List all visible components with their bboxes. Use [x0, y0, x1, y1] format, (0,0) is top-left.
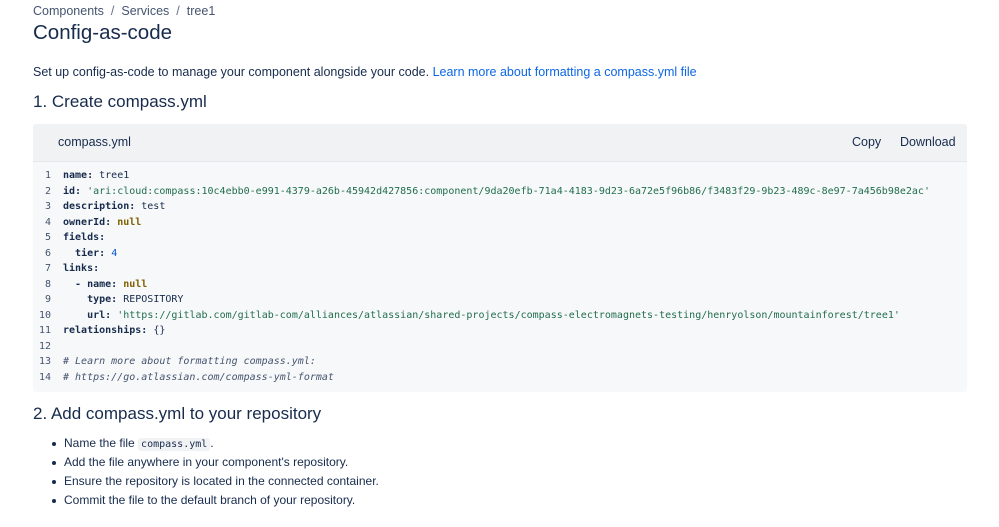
- breadcrumb-services[interactable]: Services: [121, 4, 169, 18]
- line-number: 1: [44, 170, 51, 181]
- instruction-item: Add the file anywhere in your component'…: [52, 453, 379, 472]
- code-line: 13 # Learn more about formatting compass.…: [33, 354, 967, 370]
- code-text: # https://go.atlassian.com/compass-yml-f…: [63, 370, 334, 386]
- code-token: id:: [63, 185, 82, 197]
- line-number: 4: [44, 216, 51, 228]
- code-header: compass.yml Copy Download: [33, 124, 967, 162]
- code-token: null: [117, 216, 142, 228]
- code-line: 11 relationships: {}: [33, 323, 967, 339]
- file-name: compass.yml: [58, 135, 131, 149]
- instruction-text: Commit the file to the default branch of…: [64, 493, 356, 507]
- code-token: tier:: [75, 247, 106, 259]
- instruction-text: Name the file: [64, 436, 139, 450]
- code-token: relationships:: [63, 325, 148, 336]
- code-token: 'ari:cloud:compass:10c4ebb0-e991-4379-a2…: [87, 185, 930, 197]
- code-text: links:: [63, 261, 99, 277]
- code-text: # Learn more about formatting compass.ym…: [63, 354, 316, 370]
- intro-text: Set up config-as-code to manage your com…: [33, 65, 697, 79]
- breadcrumb-components[interactable]: Components: [33, 4, 104, 18]
- code-line: 1 name: tree1: [33, 168, 967, 184]
- line-number: 13: [38, 356, 51, 367]
- breadcrumb-separator: /: [110, 4, 115, 18]
- code-token: 'https://gitlab.com/gitlab-com/alliances…: [117, 309, 900, 321]
- instruction-text: .: [210, 436, 214, 450]
- page-title: Config-as-code: [33, 21, 173, 44]
- intro-description: Set up config-as-code to manage your com…: [33, 65, 430, 79]
- line-number: 5: [44, 232, 51, 243]
- line-number: 7: [44, 263, 51, 274]
- code-text: fields:: [63, 230, 105, 246]
- code-token: links:: [63, 263, 100, 274]
- instructions-list: Name the file compass.yml. Add the file a…: [33, 434, 379, 510]
- code-line: 10 url: 'https://gitlab.com/gitlab-com/a…: [33, 308, 967, 324]
- line-number: 9: [44, 294, 51, 305]
- code-token: REPOSITORY: [117, 294, 184, 305]
- code-token: test: [135, 201, 166, 212]
- code-token: type:: [87, 294, 118, 305]
- instruction-text: Ensure the repository is located in the …: [64, 474, 379, 488]
- line-number: 2: [44, 185, 51, 197]
- code-line: 4 ownerId: null: [33, 215, 967, 231]
- code-text: ownerId: null: [63, 215, 141, 231]
- copy-button[interactable]: Copy: [852, 135, 881, 149]
- code-token: 4: [111, 247, 118, 259]
- code-line: 3 description: test: [33, 199, 967, 215]
- instruction-item: Commit the file to the default branch of…: [52, 491, 379, 510]
- line-number: 6: [44, 247, 51, 259]
- code-token: {}: [147, 325, 166, 336]
- code-token: # Learn more about formatting compass.ym…: [63, 356, 316, 367]
- code-token: tree1: [93, 170, 130, 181]
- code-token: description:: [63, 201, 136, 212]
- code-token: url:: [87, 309, 112, 321]
- code-text: url: 'https://gitlab.com/gitlab-com/alli…: [63, 308, 900, 324]
- breadcrumb-separator: /: [176, 4, 180, 18]
- line-number: 11: [38, 325, 51, 336]
- code-line: 8 - name: null: [33, 277, 967, 293]
- breadcrumb-tree1[interactable]: tree1: [187, 4, 216, 18]
- code-token: - name:: [75, 278, 118, 290]
- code-card: compass.yml Copy Download 1 name: tree1 2 i…: [33, 124, 967, 392]
- code-text: name: tree1: [63, 168, 129, 184]
- code-line: 9 type: REPOSITORY: [33, 292, 967, 308]
- code-text: - name: null: [63, 277, 147, 293]
- instruction-item: Name the file compass.yml.: [52, 434, 379, 453]
- code-token: null: [123, 278, 148, 290]
- code-line: 6 tier: 4: [33, 246, 967, 262]
- code-line: 12: [33, 339, 967, 355]
- code-text: relationships: {}: [63, 323, 165, 339]
- learn-more-link[interactable]: Learn more about formatting a compass.ym…: [433, 65, 697, 79]
- code-text: tier: 4: [63, 246, 117, 262]
- code-text: type: REPOSITORY: [63, 292, 183, 308]
- inline-code: compass.yml: [138, 438, 211, 451]
- line-number: 14: [38, 371, 51, 383]
- instruction-item: Ensure the repository is located in the …: [52, 472, 379, 491]
- code-text: description: test: [63, 199, 165, 215]
- step1-heading: 1. Create compass.yml: [33, 92, 207, 111]
- download-button[interactable]: Download: [900, 135, 956, 149]
- instruction-text: Add the file anywhere in your component'…: [64, 455, 349, 469]
- code-token: ownerId:: [63, 216, 112, 228]
- code-line: 5 fields:: [33, 230, 967, 246]
- code-token: fields:: [63, 232, 106, 243]
- code-token: # https://go.atlassian.com/compass-yml-f…: [63, 371, 334, 383]
- line-number: 8: [44, 278, 51, 290]
- code-line: 14 # https://go.atlassian.com/compass-yml…: [33, 370, 967, 386]
- line-number: 3: [44, 201, 51, 212]
- step2-heading: 2. Add compass.yml to your repository: [33, 404, 322, 423]
- breadcrumb: Components / Services / tree1: [33, 4, 215, 18]
- code-line: 2 id: 'ari:cloud:compass:10c4ebb0-e991-43…: [33, 184, 967, 200]
- code-text: id: 'ari:cloud:compass:10c4ebb0-e991-437…: [63, 184, 930, 200]
- line-number: 10: [38, 309, 51, 321]
- line-number: 12: [38, 340, 51, 352]
- code-block[interactable]: 1 name: tree1 2 id: 'ari:cloud:compass:10c4…: [33, 168, 967, 385]
- code-line: 7 links:: [33, 261, 967, 277]
- code-token: name:: [63, 170, 94, 181]
